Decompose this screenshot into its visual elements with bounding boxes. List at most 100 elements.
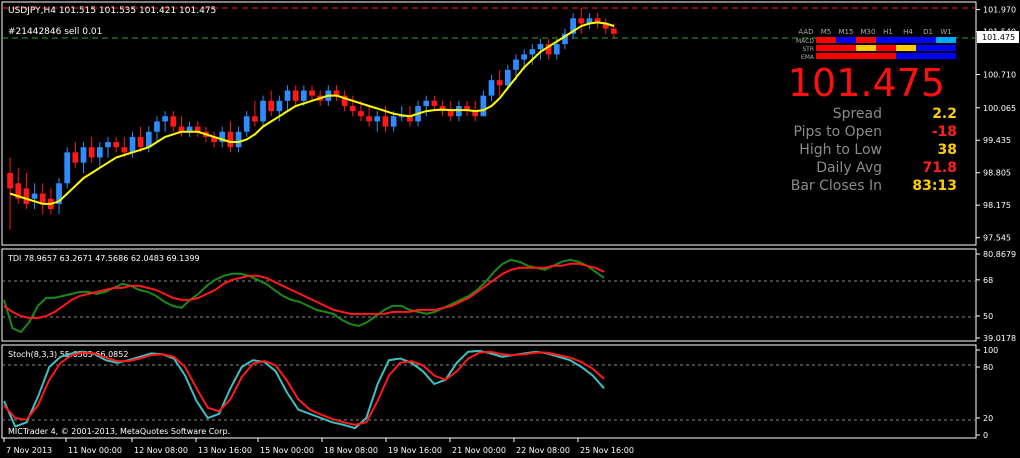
signal-cell	[876, 37, 896, 43]
signal-cell	[896, 45, 916, 51]
candle-body	[121, 147, 128, 153]
x-tick-label: 22 Nov 08:00	[516, 446, 570, 455]
x-tick-label: 11 Nov 00:00	[68, 446, 122, 455]
candle-body	[537, 44, 544, 50]
signal-row-label: STR	[802, 46, 814, 53]
candle-body	[496, 80, 503, 86]
candle-body	[480, 95, 487, 117]
y-tick-label: 20	[983, 414, 993, 423]
candle-body	[252, 116, 258, 122]
timeframe-label: M15	[839, 28, 854, 36]
candle-body	[23, 188, 30, 204]
candle-body	[96, 147, 103, 158]
timeframe-label: M5	[821, 28, 832, 36]
x-tick-label: 19 Nov 16:00	[388, 446, 442, 455]
signal-cell	[816, 37, 836, 43]
candle-body	[235, 131, 242, 148]
signal-cell	[816, 53, 836, 59]
y-tick-label: 98.805	[983, 169, 1011, 178]
candle-body	[284, 90, 291, 101]
signal-cell	[856, 45, 876, 51]
x-tick-label: 18 Nov 08:00	[324, 446, 378, 455]
stoch-y-axis: 100 80 20 0	[976, 346, 998, 440]
candle-body	[227, 131, 234, 148]
y-tick-label: 100.710	[983, 71, 1016, 80]
candle-body	[358, 111, 364, 117]
timeframe-label: W1	[940, 28, 951, 36]
timeframe-label: AAD	[798, 28, 813, 36]
stat-value: 38	[938, 142, 957, 158]
candle-body	[366, 116, 372, 122]
signal-cell	[856, 53, 876, 59]
tdi-title: TDI 78.9657 63.2671 47.5686 62.0483 69.1…	[7, 254, 200, 263]
candle-body	[390, 116, 397, 127]
candle-body	[154, 121, 160, 132]
signal-cell	[816, 45, 836, 51]
y-tick-label: 101.970	[983, 6, 1016, 15]
y-tick-label: 39.0178	[983, 334, 1016, 343]
order-label: #21442846 sell 0.01	[8, 27, 102, 37]
current-price-label: 101.475	[982, 33, 1015, 42]
timeframe-label: D1	[923, 28, 933, 36]
signal-cell	[936, 37, 956, 43]
x-tick-label: 21 Nov 00:00	[452, 446, 506, 455]
candle-body	[137, 136, 144, 148]
signal-grid	[816, 37, 956, 59]
stat-label: High to Low	[799, 142, 882, 158]
stat-value: 83:13	[912, 178, 957, 194]
x-axis: 7 Nov 2013 11 Nov 00:00 12 Nov 08:00 13 Nov…	[3, 438, 634, 455]
candle-body	[521, 54, 528, 60]
main-title: USDJPY,H4 101.515 101.535 101.421 101.47…	[8, 6, 216, 16]
x-tick-label: 13 Nov 16:00	[198, 446, 252, 455]
candle-body	[268, 100, 275, 112]
signal-cell	[836, 53, 856, 59]
candle-body	[72, 152, 79, 163]
y-tick-label: 68	[983, 276, 993, 285]
y-tick-label: 97.545	[983, 234, 1011, 243]
y-tick-label: 100.065	[983, 104, 1016, 113]
candle-body	[170, 116, 177, 127]
candle-body	[80, 147, 87, 163]
candle-body	[88, 147, 95, 158]
candle-body	[447, 111, 454, 117]
candle-body	[260, 100, 266, 122]
signal-row-label: EMA	[801, 54, 815, 61]
candle-body	[64, 152, 71, 184]
stat-value: 2.2	[932, 106, 957, 122]
stat-value: -18	[932, 124, 957, 140]
stat-label: Pips to Open	[793, 124, 882, 140]
stoch-pane	[1, 344, 977, 439]
signal-cell	[896, 37, 916, 43]
signal-cell	[856, 37, 876, 43]
candle-body	[300, 90, 307, 101]
signal-cell	[836, 45, 856, 51]
candle-body	[374, 116, 381, 122]
candle-body	[243, 116, 250, 132]
timeframe-labels: AAD M5 M15 M30 H1 H4 D1 W1	[798, 28, 951, 36]
y-tick-label: 100	[983, 346, 998, 355]
y-tick-label: 50	[983, 312, 993, 321]
candle-body	[456, 105, 462, 117]
candle-body	[513, 59, 519, 70]
chart-canvas: USDJPY,H4 101.515 101.535 101.421 101.47…	[1, 1, 1019, 455]
y-tick-label: 80.8679	[983, 250, 1016, 259]
candle-body	[504, 69, 511, 86]
y-tick-label: 99.435	[983, 136, 1011, 145]
signal-row-label: MACD	[796, 38, 814, 45]
candle-body	[382, 116, 389, 127]
candle-body	[162, 116, 168, 122]
y-tick-label: 0	[983, 431, 988, 440]
y-tick-label: 80	[983, 363, 993, 372]
candle-body	[276, 100, 283, 112]
signal-cell	[876, 45, 896, 51]
candle-body	[7, 172, 13, 189]
signal-cell	[936, 53, 956, 59]
x-tick-label: 15 Nov 00:00	[260, 446, 314, 455]
signal-cell	[836, 37, 856, 43]
candle-body	[431, 100, 438, 106]
candle-body	[529, 49, 536, 55]
signal-cell	[916, 45, 936, 51]
copyright-text: MICTrader 4, © 2001-2013, MetaQuotes Sof…	[8, 427, 230, 436]
y-tick-label: 98.175	[983, 201, 1011, 210]
signal-cell	[896, 53, 916, 59]
